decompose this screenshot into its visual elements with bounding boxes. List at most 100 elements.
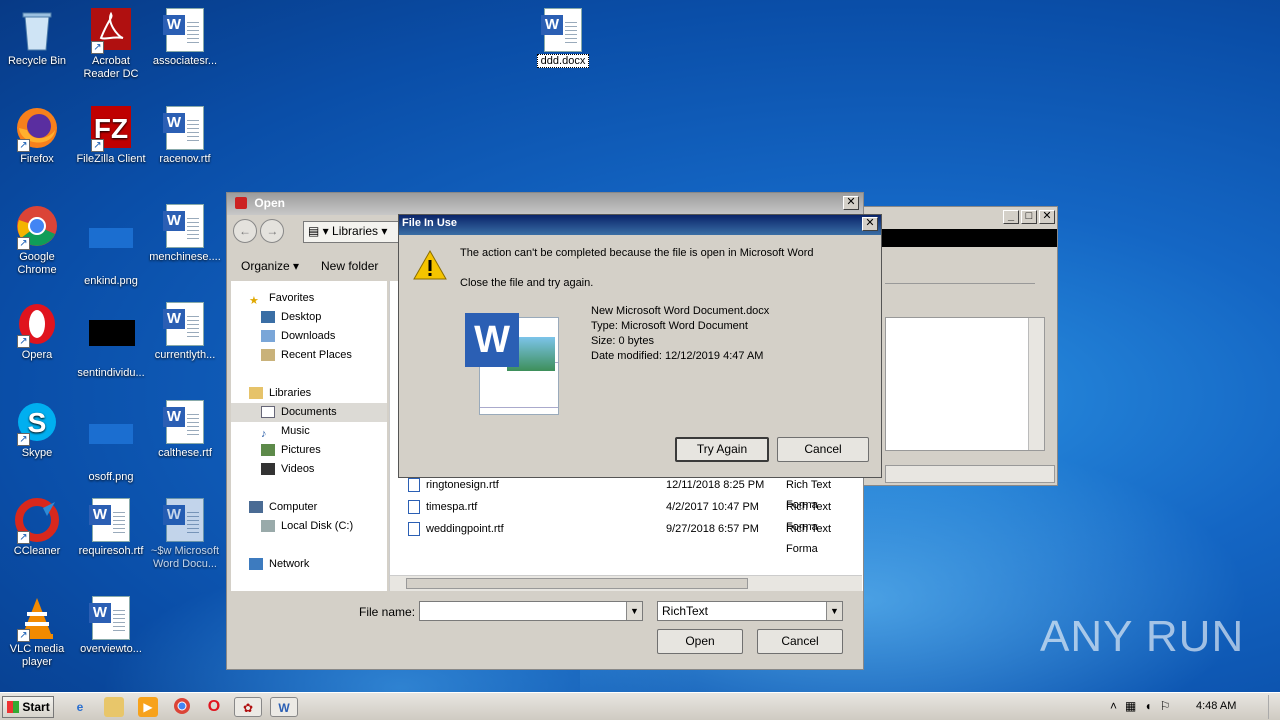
maximize-button[interactable]: □ bbox=[1021, 210, 1037, 224]
start-button[interactable]: Start bbox=[2, 696, 54, 718]
scrollbar-thumb[interactable] bbox=[406, 578, 748, 589]
shortcut-arrow-icon: ↗ bbox=[91, 41, 104, 54]
file-explorer-icon[interactable] bbox=[104, 697, 124, 717]
music-icon: ♪ bbox=[261, 428, 267, 440]
desktop-icon-skype[interactable]: S ↗ Skype bbox=[0, 400, 74, 460]
show-hidden-icons-icon[interactable]: ˄ bbox=[1110, 699, 1125, 713]
nav-local-disk[interactable]: Local Disk (C:) bbox=[231, 517, 387, 536]
dialog-title: Open bbox=[254, 196, 286, 210]
desktop-icon-recycle-bin[interactable]: Recycle Bin bbox=[0, 8, 74, 68]
background-window[interactable]: _ □ ✕ bbox=[860, 206, 1058, 486]
nav-documents[interactable]: Documents bbox=[231, 403, 387, 422]
desktop-icon-overviewto[interactable]: W overviewto... bbox=[74, 596, 148, 656]
nav-downloads[interactable]: Downloads bbox=[231, 327, 387, 346]
file-type-value: RichText bbox=[662, 604, 709, 618]
word-document-icon: W bbox=[541, 8, 582, 52]
opera-taskbar-icon[interactable]: O bbox=[204, 697, 224, 717]
organize-label: Organize bbox=[241, 259, 290, 273]
word-document-large-icon: W bbox=[463, 309, 563, 417]
warning-icon bbox=[413, 249, 447, 284]
organize-menu[interactable]: Organize ▾ bbox=[241, 259, 299, 273]
file-name: ringtonesign.rtf bbox=[426, 479, 499, 491]
close-button[interactable]: ✕ bbox=[843, 196, 859, 210]
breadcrumb[interactable]: ▤ ▾ Libraries ▾ bbox=[303, 221, 403, 243]
chevron-down-icon: ▾ bbox=[293, 259, 300, 273]
nav-pictures[interactable]: Pictures bbox=[231, 441, 387, 460]
desktop-icon-firefox[interactable]: ↗ Firefox bbox=[0, 106, 74, 166]
filezilla-icon: FZ ↗ bbox=[89, 106, 133, 152]
desktop-icon-chrome[interactable]: ↗ Google Chrome bbox=[0, 204, 74, 277]
desktop-icon-osoff[interactable]: osoff.png bbox=[74, 400, 148, 484]
internet-explorer-icon[interactable]: e bbox=[70, 697, 90, 717]
minimize-button[interactable]: _ bbox=[1003, 210, 1019, 224]
network-tray-icon[interactable]: ▦ bbox=[1125, 699, 1144, 713]
nav-desktop[interactable]: Desktop bbox=[231, 308, 387, 327]
nav-music[interactable]: ♪ Music bbox=[231, 422, 387, 441]
cancel-button[interactable]: Cancel bbox=[757, 629, 843, 654]
open-button[interactable]: Open bbox=[657, 629, 743, 654]
file-name-input[interactable]: ▼ bbox=[419, 601, 643, 621]
background-window-titlebar[interactable]: _ □ ✕ bbox=[861, 207, 1057, 229]
forward-icon[interactable]: → bbox=[260, 219, 285, 243]
word-document-icon: W bbox=[89, 596, 130, 640]
file-row[interactable]: ringtonesign.rtf 12/11/2018 8:25 PM Rich… bbox=[390, 475, 860, 511]
file-name: New Microsoft Word Document.docx bbox=[591, 305, 770, 317]
file-type-select[interactable]: RichText ▼ bbox=[657, 601, 843, 621]
horizontal-scrollbar[interactable] bbox=[390, 575, 862, 591]
nav-network[interactable]: Network bbox=[231, 555, 387, 574]
desktop-icon-enkind[interactable]: enkind.png bbox=[74, 204, 148, 288]
file-type: Type: Microsoft Word Document bbox=[591, 320, 748, 332]
windows-logo-icon bbox=[7, 701, 19, 713]
navigation-pane[interactable]: ★ Favorites Desktop Downloads Recent Plac… bbox=[231, 281, 387, 591]
nav-favorites[interactable]: ★ Favorites bbox=[231, 289, 387, 308]
vertical-scrollbar[interactable] bbox=[1028, 318, 1044, 450]
nav-videos[interactable]: Videos bbox=[231, 460, 387, 479]
chevron-down-icon[interactable]: ▼ bbox=[626, 602, 642, 620]
chrome-taskbar-icon[interactable] bbox=[172, 697, 192, 717]
desktop-icon-calthese[interactable]: W calthese.rtf bbox=[148, 400, 222, 460]
file-row[interactable]: weddingpoint.rtf 9/27/2018 6:57 PM Rich … bbox=[390, 519, 860, 555]
chevron-down-icon[interactable]: ▼ bbox=[826, 602, 842, 620]
desktop-icon-requiresoh[interactable]: W requiresoh.rtf bbox=[74, 498, 148, 558]
new-folder-button[interactable]: New folder bbox=[321, 259, 378, 273]
taskbar[interactable]: Start e ▶ O ✿ W ˄▦◖⚐ 4:48 AM bbox=[0, 692, 1280, 720]
open-dialog-titlebar[interactable]: Open ✕ bbox=[227, 193, 863, 215]
desktop-icon-ccleaner[interactable]: ↗ CCleaner bbox=[0, 498, 74, 558]
action-center-icon[interactable]: ⚐ bbox=[1160, 699, 1179, 713]
show-desktop-button[interactable] bbox=[1268, 695, 1278, 719]
breadcrumb-item[interactable]: Libraries bbox=[332, 224, 378, 238]
nav-recent-places[interactable]: Recent Places bbox=[231, 346, 387, 365]
file-in-use-dialog[interactable]: File In Use ✕ The action can't be comple… bbox=[398, 214, 882, 478]
volume-icon[interactable]: ◖ bbox=[1144, 699, 1159, 713]
desktop-icon-temp-word[interactable]: W ~$w Microsoft Word Docu... bbox=[148, 498, 222, 571]
close-button[interactable]: ✕ bbox=[862, 217, 878, 231]
nav-computer[interactable]: Computer bbox=[231, 498, 387, 517]
acrobat-taskbar-button[interactable]: ✿ bbox=[234, 697, 262, 717]
close-button[interactable]: ✕ bbox=[1039, 210, 1055, 224]
back-forward-buttons[interactable]: ← → bbox=[233, 219, 285, 243]
desktop-icon-currentlyth[interactable]: W currentlyth... bbox=[148, 302, 222, 362]
clock[interactable]: 4:48 AM bbox=[1196, 700, 1236, 712]
word-document-icon: W bbox=[163, 302, 204, 346]
try-again-button[interactable]: Try Again bbox=[675, 437, 769, 462]
desktop-icon-menchinese[interactable]: W menchinese.... bbox=[148, 204, 222, 264]
media-player-icon[interactable]: ▶ bbox=[138, 697, 158, 717]
desktop-icon-ddd-docx[interactable]: W ddd.docx bbox=[526, 8, 600, 68]
nav-libraries[interactable]: Libraries bbox=[231, 384, 387, 403]
desktop-icon-racenov[interactable]: W racenov.rtf bbox=[148, 106, 222, 166]
back-icon[interactable]: ← bbox=[233, 219, 257, 243]
word-taskbar-button[interactable]: W bbox=[270, 697, 298, 717]
desktop-icon-vlc[interactable]: ↗ VLC media player bbox=[0, 596, 74, 669]
desktop-icon-sentindividu[interactable]: sentindividu... bbox=[74, 302, 148, 380]
word-document-icon: W bbox=[163, 498, 204, 542]
file-row[interactable]: timespa.rtf 4/2/2017 10:47 PM Rich Text … bbox=[390, 497, 860, 533]
desktop-icon-acrobat[interactable]: ↗ Acrobat Reader DC bbox=[74, 8, 148, 81]
system-tray[interactable]: ˄▦◖⚐ bbox=[1110, 699, 1178, 713]
file-in-use-titlebar[interactable]: File In Use ✕ bbox=[399, 215, 881, 235]
cancel-button[interactable]: Cancel bbox=[777, 437, 869, 462]
desktop-icon-opera[interactable]: ↗ Opera bbox=[0, 302, 74, 362]
desktop-icon-associates[interactable]: W associatesr... bbox=[148, 8, 222, 68]
background-window-content[interactable] bbox=[885, 317, 1045, 451]
desktop-icon-filezilla[interactable]: FZ ↗ FileZilla Client bbox=[74, 106, 148, 166]
recent-places-icon bbox=[261, 349, 275, 361]
